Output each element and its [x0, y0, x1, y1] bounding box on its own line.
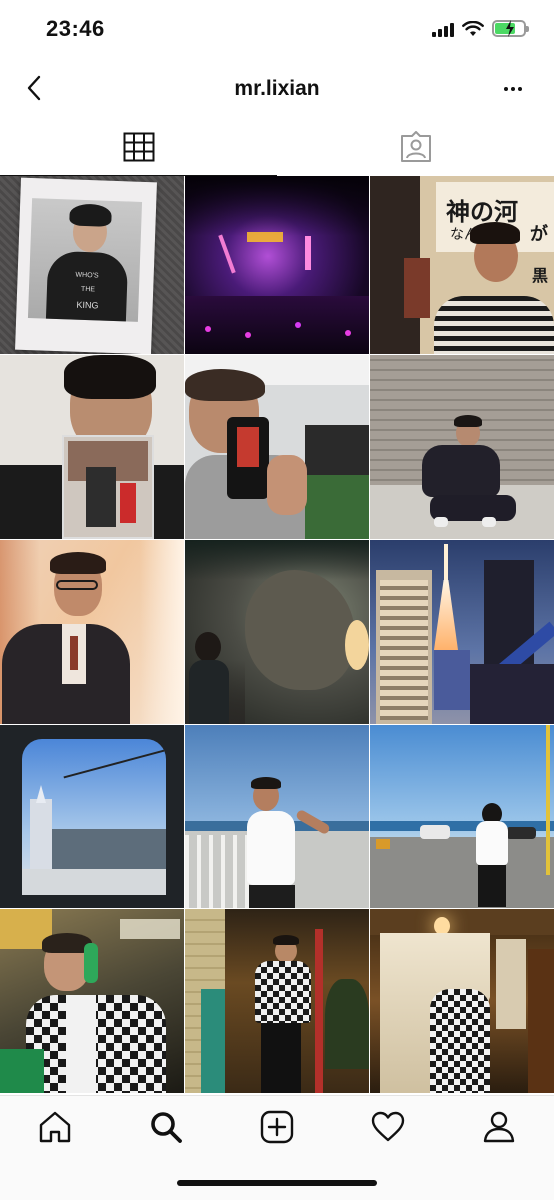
photo-thumbnail[interactable]	[185, 725, 369, 908]
profile-tabs	[0, 118, 554, 176]
search-icon	[151, 1111, 183, 1143]
photo-thumbnail[interactable]	[370, 540, 554, 724]
poster-text-1: 神の河	[446, 198, 518, 226]
home-indicator	[177, 1180, 377, 1186]
ellipsis-icon	[504, 87, 508, 91]
nav-new-post-button[interactable]	[247, 1101, 307, 1153]
nav-search-button[interactable]	[136, 1101, 196, 1153]
nav-profile-button[interactable]	[469, 1101, 529, 1153]
status-icons	[432, 20, 529, 37]
grid-icon	[123, 132, 154, 162]
photo-thumbnail[interactable]	[0, 909, 184, 1093]
home-indicator-area	[0, 1157, 554, 1200]
tagged-person-icon	[400, 131, 431, 162]
photo-thumbnail[interactable]	[0, 725, 184, 908]
add-square-icon	[260, 1110, 294, 1143]
status-bar: 23:46	[0, 0, 554, 60]
shirt-text-line-3: KING	[76, 299, 99, 311]
charging-bolt-icon	[506, 20, 514, 37]
photo-thumbnail[interactable]	[370, 909, 554, 1093]
more-options-button[interactable]	[498, 74, 528, 104]
photo-thumbnail[interactable]	[185, 176, 369, 354]
photo-thumbnail[interactable]: 神の河 なん が 黒	[370, 176, 554, 354]
photo-thumbnail[interactable]	[370, 725, 554, 908]
photo-thumbnail[interactable]	[185, 355, 369, 539]
poster-text-3: が	[530, 224, 548, 245]
photo-thumbnail[interactable]	[370, 355, 554, 539]
photo-grid: WHO'S THE KING 神の河 なん が 黒	[0, 176, 554, 1093]
signal-icon	[432, 21, 454, 37]
shirt-text-line-1: WHO'S	[75, 271, 99, 280]
wifi-icon	[462, 20, 484, 36]
home-icon	[40, 1111, 71, 1142]
battery-icon	[492, 20, 529, 37]
photo-thumbnail[interactable]	[0, 355, 184, 539]
heart-icon	[371, 1111, 404, 1141]
tab-grid[interactable]	[0, 118, 277, 176]
photo-thumbnail[interactable]	[0, 540, 184, 724]
nav-header: mr.lixian	[0, 60, 554, 118]
shirt-text-line-2: THE	[80, 285, 96, 294]
photo-thumbnail[interactable]	[185, 909, 369, 1093]
status-time: 23:46	[46, 16, 105, 41]
nav-activity-button[interactable]	[358, 1101, 418, 1153]
tab-tagged[interactable]	[277, 118, 554, 176]
profile-icon	[483, 1111, 514, 1142]
photo-thumbnail[interactable]	[185, 540, 369, 724]
poster-text-4: 黒	[532, 266, 549, 285]
photo-thumbnail[interactable]: WHO'S THE KING	[0, 176, 184, 354]
nav-home-button[interactable]	[25, 1101, 85, 1153]
profile-username-title: mr.lixian	[234, 77, 320, 100]
bottom-navigation-bar	[0, 1095, 554, 1157]
